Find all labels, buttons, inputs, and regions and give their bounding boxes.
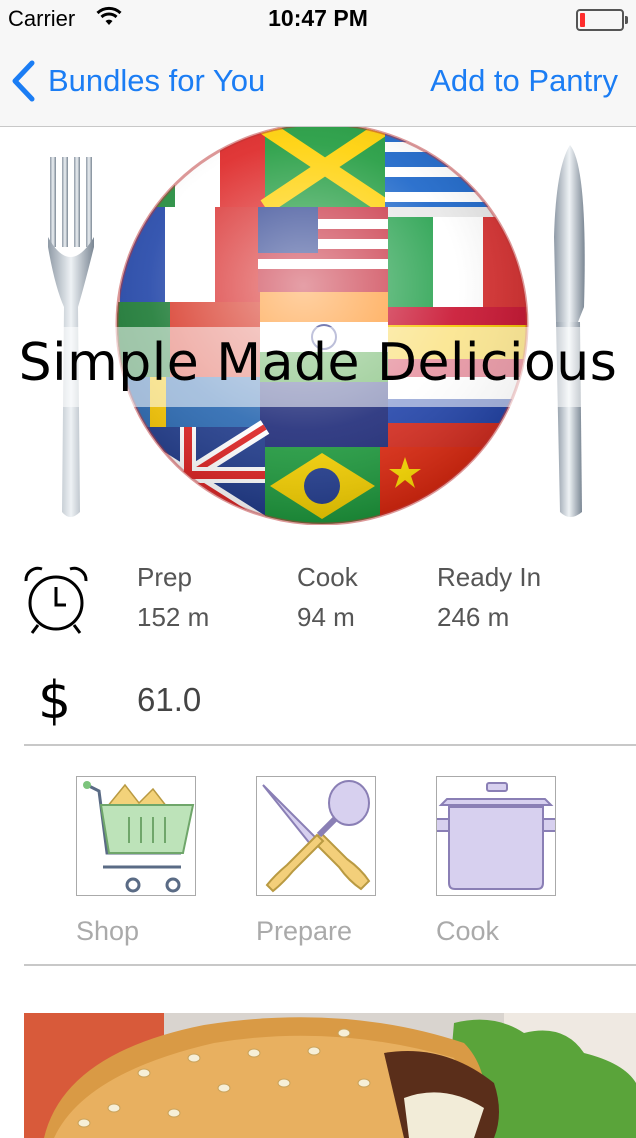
ready-time: Ready In 246 m — [437, 557, 541, 637]
ready-label: Ready In — [437, 562, 542, 592]
dollar-icon: $ — [38, 671, 72, 731]
hero-image: Simple Made Delicious — [0, 127, 636, 525]
prepare-button[interactable]: Prepare — [256, 776, 376, 946]
back-button[interactable]: Bundles for You — [10, 58, 265, 104]
shopping-cart-icon — [83, 781, 195, 893]
divider — [24, 964, 636, 966]
flag-plate-illustration — [48, 127, 585, 525]
prepare-label: Prepare — [256, 916, 353, 946]
cook-value: 94 m — [297, 602, 355, 632]
cook-icon-frame — [436, 776, 556, 896]
burger-photo — [24, 1013, 636, 1138]
shop-button[interactable]: Shop — [76, 776, 196, 946]
prep-value: 152 m — [137, 602, 210, 632]
prep-label: Prep — [137, 562, 192, 592]
cook-label: Cook — [297, 562, 358, 592]
hero-title: Simple Made Delicious — [18, 333, 618, 393]
status-bar: Carrier 10:47 PM — [0, 0, 636, 40]
prepare-icon-frame — [256, 776, 376, 896]
cook-time: Cook 94 m — [297, 557, 358, 637]
back-button-label: Bundles for You — [48, 63, 266, 98]
pot-icon — [437, 782, 555, 890]
add-to-pantry-button[interactable]: Add to Pantry — [430, 58, 618, 104]
cook-action-label: Cook — [436, 916, 500, 946]
chevron-left-icon — [12, 60, 35, 102]
status-time: 10:47 PM — [268, 5, 368, 31]
divider — [24, 744, 636, 746]
shop-icon-frame — [76, 776, 196, 896]
next-recipe-image[interactable] — [24, 1013, 636, 1138]
cost-value: 61.0 — [137, 681, 202, 718]
alarm-clock-icon — [24, 566, 88, 634]
navigation-bar: Bundles for You Add to Pantry — [0, 40, 636, 127]
ready-value: 246 m — [437, 602, 510, 632]
shop-label: Shop — [76, 916, 140, 946]
cook-button[interactable]: Cook — [436, 776, 556, 946]
utensils-icon — [262, 780, 371, 893]
battery-icon — [576, 9, 628, 31]
prep-time: Prep 152 m — [137, 557, 209, 637]
